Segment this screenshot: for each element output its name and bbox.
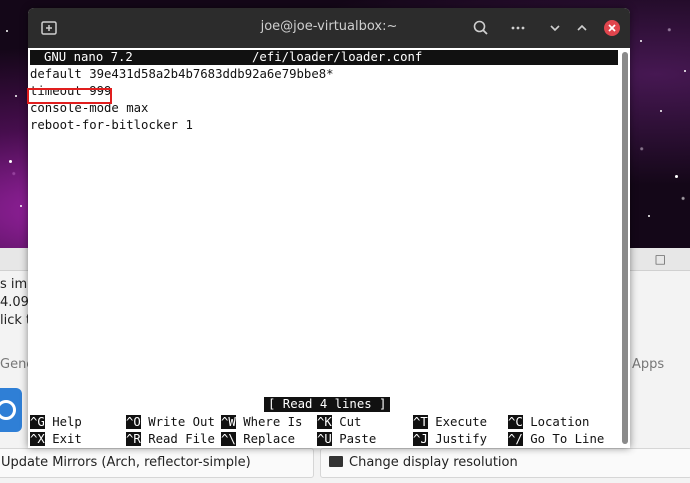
- file-line: reboot-for-bitlocker 1: [30, 118, 193, 132]
- window-title: joe@joe-virtualbox:~: [260, 19, 398, 34]
- shortcut-label: Location: [530, 415, 590, 429]
- shortcut-key: ^X: [30, 432, 45, 446]
- nano-version: GNU nano 7.2: [44, 50, 133, 64]
- terminal-titlebar[interactable]: joe@joe-virtualbox:~: [28, 8, 630, 48]
- change-display-resolution-button[interactable]: Change display resolution: [320, 448, 690, 478]
- shortcut-where-is[interactable]: ^W Where Is: [221, 414, 302, 430]
- shortcut-replace[interactable]: ^\ Replace: [221, 431, 295, 447]
- shortcut-key: ^R: [126, 432, 141, 446]
- shortcut-key: ^J: [413, 432, 428, 446]
- background-version-fragment: 4.09: [0, 295, 29, 310]
- shortcut-cut[interactable]: ^K Cut: [317, 414, 361, 430]
- nano-file-path: /efi/loader/loader.conf: [252, 50, 423, 64]
- shortcut-key: ^G: [30, 415, 45, 429]
- shortcut-label: Help: [52, 415, 82, 429]
- shortcut-exit[interactable]: ^X Exit: [30, 431, 82, 447]
- search-icon[interactable]: [471, 18, 491, 38]
- maximize-icon[interactable]: [572, 18, 592, 38]
- terminal-icon: [329, 456, 343, 467]
- tab-apps[interactable]: Apps: [632, 357, 664, 372]
- shortcut-label: Paste: [339, 432, 377, 446]
- shortcut-key: ^/: [508, 432, 523, 446]
- update-mirrors-label: Update Mirrors (Arch, reflector-simple): [1, 455, 251, 470]
- shortcut-key: ^\: [221, 432, 236, 446]
- shortcut-go-to-line[interactable]: ^/ Go To Line: [508, 431, 604, 447]
- scrollbar-thumb[interactable]: [622, 52, 628, 444]
- shortcut-key: ^O: [126, 415, 141, 429]
- shortcut-location[interactable]: ^C Location: [508, 414, 589, 430]
- close-icon: [608, 24, 616, 32]
- nano-header-bar: GNU nano 7.2 /efi/loader/loader.conf: [30, 50, 618, 65]
- menu-icon[interactable]: [508, 18, 528, 38]
- close-button[interactable]: [604, 20, 620, 36]
- shortcut-label: Replace: [243, 432, 296, 446]
- shortcut-write-out[interactable]: ^O Write Out: [126, 414, 215, 430]
- shortcut-label: Justify: [435, 432, 488, 446]
- search-icon: [0, 400, 16, 420]
- search-tile[interactable]: [0, 388, 22, 432]
- shortcut-label: Execute: [435, 415, 488, 429]
- shortcut-key: ^U: [317, 432, 332, 446]
- shortcut-read-file[interactable]: ^R Read File: [126, 431, 215, 447]
- file-line: default 39e431d58a2b4b7683ddb92a6e79bbe8…: [30, 67, 334, 81]
- shortcut-label: Cut: [339, 415, 362, 429]
- shortcut-justify[interactable]: ^J Justify: [413, 431, 487, 447]
- shortcut-key: ^C: [508, 415, 523, 429]
- shortcut-paste[interactable]: ^U Paste: [317, 431, 376, 447]
- change-display-resolution-label: Change display resolution: [349, 455, 518, 470]
- highlight-annotation-box: [27, 88, 112, 104]
- shortcut-key: ^W: [221, 415, 236, 429]
- shortcut-key: ^T: [413, 415, 428, 429]
- shortcut-label: Write Out: [148, 415, 215, 429]
- terminal-window: joe@joe-virtualbox:~ GNU nano 7.2 /efi/l…: [27, 8, 630, 448]
- shortcut-key: ^K: [317, 415, 332, 429]
- terminal-screen[interactable]: GNU nano 7.2 /efi/loader/loader.conf def…: [27, 48, 624, 448]
- shortcut-label: Where Is: [243, 415, 303, 429]
- shortcut-label: Exit: [52, 432, 82, 446]
- nano-status-message: [ Read 4 lines ]: [264, 397, 391, 412]
- update-mirrors-button[interactable]: Update Mirrors (Arch, reflector-simple): [0, 448, 314, 478]
- shortcut-help[interactable]: ^G Help: [30, 414, 82, 430]
- shortcut-label: Go To Line: [530, 432, 605, 446]
- minimize-icon[interactable]: [545, 18, 565, 38]
- terminal-scrollbar[interactable]: [622, 52, 628, 444]
- shortcut-execute[interactable]: ^T Execute: [413, 414, 487, 430]
- background-click-fragment: lick t: [0, 313, 32, 328]
- shortcut-label: Read File: [148, 432, 215, 446]
